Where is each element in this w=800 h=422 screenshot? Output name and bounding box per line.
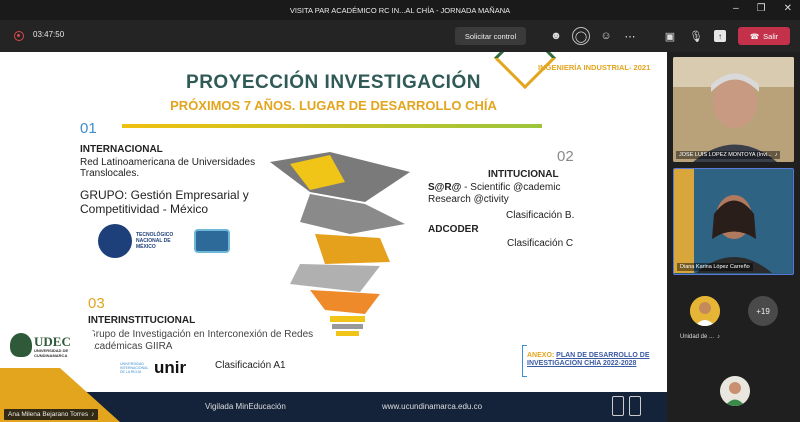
minimize-icon[interactable]: – [733, 3, 739, 14]
certification-badge-icon [629, 396, 641, 416]
udec-logo: UDEC UNIVERSIDAD DE CUNDINAMARCA [6, 330, 94, 360]
sar-classification: Clasificación B. [506, 210, 575, 221]
section2-heading: INTITUCIONAL [488, 169, 559, 180]
bulb-band-6 [310, 290, 380, 314]
participants-icon[interactable]: ☻ [548, 28, 564, 44]
section3-classification: Clasificación A1 [215, 360, 286, 371]
accreditation-badge-icon [612, 396, 624, 416]
lightbulb-graphic [270, 152, 410, 336]
leave-button[interactable]: ☎ Salir [738, 27, 790, 45]
bulb-base-1 [330, 316, 365, 322]
udec-crest-icon [10, 333, 32, 357]
tecnm-logo: TECNOLÓGICO NACIONAL DE MÉXICO [98, 224, 230, 258]
unidad-mic-icon: ♪ [717, 334, 721, 340]
bulb-base-3 [336, 331, 359, 336]
shared-slide: INGENIERÍA INDUSTRIAL- 2021 PROYECCIÓN I… [0, 52, 667, 422]
tecnm-gear-icon [98, 224, 132, 258]
maximize-icon[interactable]: ❐ [757, 3, 766, 14]
unir-logo: UNIVERSIDAD INTERNACIONAL DE LA RIOJA un… [120, 358, 186, 378]
request-control-button[interactable]: Solicitar control [455, 27, 526, 45]
participant-avatar-unidad[interactable] [690, 296, 720, 326]
window-controls: – ❐ ✕ [733, 3, 792, 14]
camera-icon[interactable]: ▣ [662, 28, 678, 44]
unir-small-text: UNIVERSIDAD INTERNACIONAL DE LA RIOJA [120, 362, 149, 374]
unir-wordmark: unir [154, 358, 187, 377]
participant1-mic-icon: ♪ [774, 152, 778, 158]
presenter-name: Ana Milena Bejarano Torres [8, 411, 89, 418]
participant2-name: Diana Karina López Carreño [680, 264, 750, 270]
bulb-band-3 [300, 194, 405, 234]
participant-video-1[interactable]: JOSE LUIS LOPEZ MONTOYA (Invi... ♪ [673, 57, 794, 162]
bulb-base-2 [332, 324, 363, 329]
section3-number: 03 [88, 295, 105, 312]
participant1-name: JOSE LUIS LOPEZ MONTOYA (Invi... [679, 152, 772, 158]
title-underline [122, 124, 542, 128]
participant1-label: JOSE LUIS LOPEZ MONTOYA (Invi... ♪ [676, 151, 781, 159]
bulb-band-5 [290, 264, 380, 292]
share-screen-icon[interactable]: ↑ [714, 30, 726, 42]
close-icon[interactable]: ✕ [784, 3, 792, 14]
window-title: VISITA PAR ACADÉMICO RC IN...AL CHÍA - J… [289, 5, 511, 15]
microphone-icon[interactable]: 🎙 [688, 28, 704, 44]
section2-number: 02 [557, 148, 574, 165]
slide-corner-label: INGENIERÍA INDUSTRIAL- 2021 [538, 63, 651, 72]
sar-name: S@R@ [428, 182, 462, 193]
section3-text: Grupo de Investigación en Interconexión … [88, 329, 314, 352]
bulb-band-4 [315, 234, 390, 264]
slide-subtitle: PRÓXIMOS 7 AÑOS. LUGAR DE DESARROLLO CHÍ… [170, 98, 497, 113]
unidad-label: Unidad de ... ♪ [680, 334, 720, 340]
participant2-image [674, 169, 792, 273]
participant1-image [673, 57, 794, 162]
partner-badge-icon [194, 229, 230, 253]
participant3-avatar-image [720, 376, 750, 406]
footer-vigilada: Vigilada MinEducación [205, 402, 286, 411]
adcoder-classification: Clasificación C [507, 238, 574, 249]
window-titlebar: VISITA PAR ACADÉMICO RC IN...AL CHÍA - J… [0, 0, 800, 20]
unidad-name: Unidad de ... [680, 334, 715, 340]
section3-heading: INTERINSTITUCIONAL [88, 315, 196, 326]
reactions-icon[interactable]: ☺ [598, 28, 614, 44]
footer-badges [612, 396, 641, 416]
footer-website: www.ucundinamarca.edu.co [382, 402, 483, 411]
section2-sar: S@R@ - Scientific @cademic Research @cti… [428, 182, 588, 206]
hang-up-icon: ☎ [749, 31, 760, 41]
udec-logo-sub: UNIVERSIDAD DE CUNDINAMARCA [34, 348, 69, 358]
adcoder-name: ADCODER [428, 224, 479, 235]
meeting-toolbar: 03:47:50 Solicitar control ☻ ◯ ☺ ⋯ ▣ 🎙 ↑… [0, 20, 800, 52]
meeting-timer: 03:47:50 [33, 30, 65, 39]
more-participants-button[interactable]: +19 [748, 296, 778, 326]
section1-number: 01 [80, 120, 97, 137]
section1-group: GRUPO: Gestión Empresarial y Competitivi… [80, 188, 249, 216]
mic-icon: ♪ [91, 411, 95, 418]
recording-icon [14, 31, 24, 41]
participant-video-2[interactable]: Diana Karina López Carreño [673, 168, 794, 275]
unidad-avatar-image [690, 296, 720, 326]
leave-label: Salir [763, 31, 779, 41]
annex-prefix: ANEXO: [527, 352, 557, 359]
section1-heading: INTERNACIONAL [80, 144, 163, 155]
participant2-label: Diana Karina López Carreño [677, 263, 753, 271]
more-options-icon[interactable]: ⋯ [622, 28, 638, 44]
slide-title: PROYECCIÓN INVESTIGACIÓN [186, 72, 481, 93]
participant-avatar-3[interactable] [720, 376, 750, 406]
presenter-name-label: Ana Milena Bejarano Torres ♪ [4, 409, 99, 420]
tecnm-logo-text: TECNOLÓGICO NACIONAL DE MÉXICO [136, 232, 174, 250]
annex-note: ANEXO: PLAN DE DESARROLLO DE INVESTIGACI… [527, 352, 667, 368]
chat-icon[interactable]: ◯ [572, 27, 590, 45]
